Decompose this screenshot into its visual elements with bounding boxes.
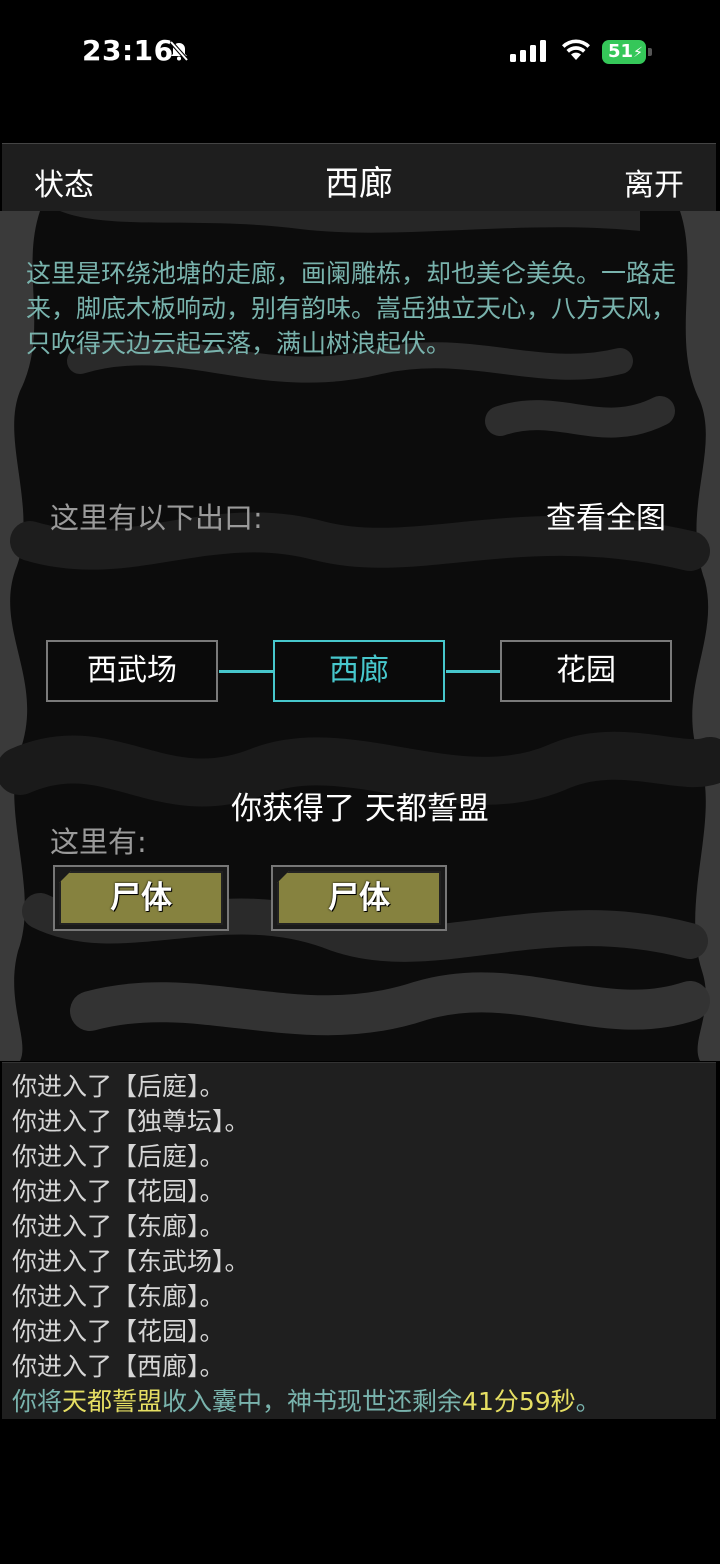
battery-icon: 51⚡	[602, 40, 652, 64]
battery-level: 51	[608, 41, 634, 62]
log-text: 你将	[12, 1387, 63, 1416]
corpse-button[interactable]: 尸体	[53, 865, 229, 931]
status-bar: 23:16 51⚡	[0, 0, 720, 110]
current-room: 西廊	[273, 640, 445, 702]
corpse-button[interactable]: 尸体	[271, 865, 447, 931]
status-time: 23:16	[82, 34, 174, 67]
silent-bell-icon	[169, 40, 189, 62]
leave-button[interactable]: 离开	[624, 160, 684, 204]
log-line: 你进入了【花园】。	[12, 1177, 225, 1206]
log-text: 收入囊中，神书现世还剩余	[162, 1387, 463, 1416]
room-scene: 这里是环绕池塘的走廊，画阑雕栋，却也美仑美奂。一路走来，脚底木板响动，别有韵味。…	[0, 211, 720, 1061]
log-line: 你进入了【独尊坛】。	[12, 1107, 250, 1136]
corpse-label: 尸体	[59, 871, 223, 925]
items-here-label: 这里有:	[50, 825, 147, 859]
exits-label: 这里有以下出口:	[50, 501, 263, 535]
log-item-highlight: 天都誓盟	[62, 1387, 163, 1416]
log-line: 你进入了【后庭】。	[12, 1072, 225, 1101]
view-full-map-link[interactable]: 查看全图	[546, 493, 666, 537]
log-line-book-timer: 你将天都誓盟收入囊中，神书现世还剩余41分59秒。	[12, 1382, 601, 1418]
log-time-highlight: 41分59秒	[462, 1387, 576, 1416]
header-bar: 状态 西廊 离开	[2, 143, 716, 212]
exit-connector-east	[446, 670, 500, 673]
exit-room-east[interactable]: 花园	[500, 640, 672, 702]
room-description: 这里是环绕池塘的走廊，画阑雕栋，却也美仑美奂。一路走来，脚底木板响动，别有韵味。…	[26, 259, 677, 358]
cellular-signal-icon	[510, 40, 546, 62]
corpse-label: 尸体	[277, 871, 441, 925]
log-text: 。	[575, 1387, 601, 1416]
log-line: 你进入了【东廊】。	[12, 1212, 225, 1241]
log-line: 你进入了【花园】。	[12, 1317, 225, 1346]
wifi-icon	[562, 39, 590, 60]
log-line: 你进入了【东廊】。	[12, 1282, 225, 1311]
message-log[interactable]: 你进入了【后庭】。 你进入了【独尊坛】。 你进入了【后庭】。 你进入了【花园】。…	[2, 1062, 716, 1419]
log-line: 你进入了【后庭】。	[12, 1142, 225, 1171]
exit-room-west[interactable]: 西武场	[46, 640, 218, 702]
page-title: 西廊	[325, 164, 393, 204]
log-line: 你进入了【东武场】。	[12, 1247, 250, 1276]
log-line: 你进入了【西廊】。	[12, 1352, 225, 1381]
exit-connector-west	[219, 670, 273, 673]
